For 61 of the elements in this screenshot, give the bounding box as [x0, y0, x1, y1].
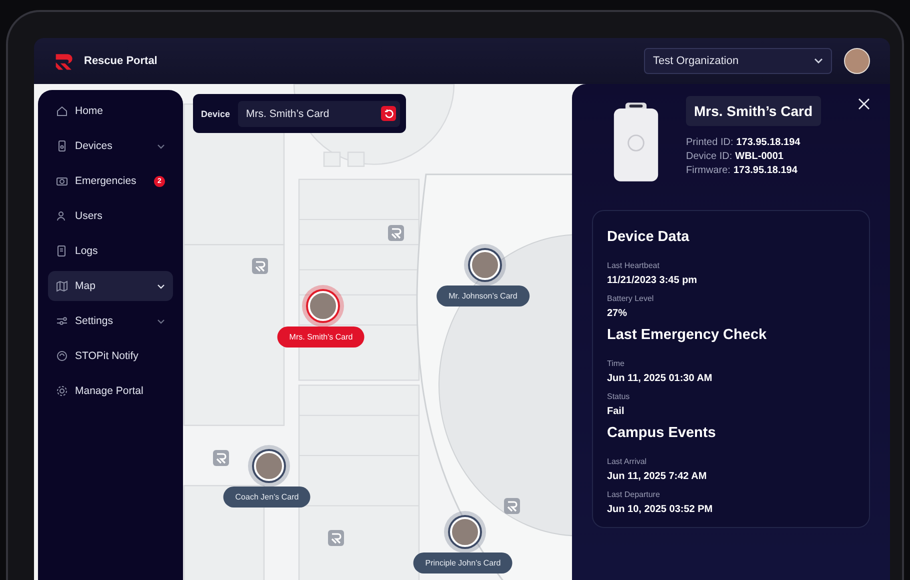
id-value: WBL-0001 — [735, 151, 784, 162]
camera-icon — [56, 175, 68, 187]
beacon-icon — [328, 530, 344, 546]
device-title: Mrs. Smith’s Card — [686, 96, 821, 126]
section-title: Last Emergency Check — [607, 327, 768, 343]
map-pin-label[interactable]: Mr. Johnson’s Card — [436, 286, 530, 306]
field-label: Time — [607, 359, 626, 368]
circle-icon — [56, 350, 68, 362]
person-avatar[interactable] — [308, 291, 338, 321]
field-label: Last Arrival — [607, 457, 648, 466]
sidebar-item[interactable]: Home — [48, 96, 173, 126]
map-pin-label[interactable]: Principle John’s Card — [413, 552, 513, 574]
person-avatar[interactable] — [450, 517, 480, 547]
filter-label: Device — [201, 108, 230, 118]
field-value: 11/21/2023 3:45 pm — [607, 275, 698, 286]
field-label: Status — [607, 392, 631, 401]
sidebar-item[interactable]: STOPit Notify — [48, 341, 173, 371]
undo-icon — [384, 108, 394, 118]
close-button[interactable] — [856, 96, 872, 112]
person-avatar[interactable] — [254, 451, 284, 481]
map-pin-label[interactable]: Mrs. Smith’s Card — [277, 326, 365, 348]
field-value: Fail — [607, 406, 626, 417]
sidebar-item[interactable]: Users — [48, 201, 173, 231]
field-value: Jun 11, 2025 01:30 AM — [607, 373, 714, 384]
beacon-icon — [504, 498, 520, 514]
home-icon — [56, 105, 68, 117]
sidebar-item[interactable]: Settings — [48, 306, 173, 336]
id-value: 173.95.18.194 — [736, 137, 800, 148]
phone-icon — [56, 140, 68, 152]
chevron-down-icon — [814, 58, 823, 64]
sidebar-item[interactable]: Devices — [48, 131, 173, 161]
field-label: Battery Level — [607, 294, 655, 303]
sidebar-item[interactable]: Map — [48, 271, 173, 301]
field-label: Last Departure — [607, 490, 661, 499]
document-icon — [56, 245, 68, 257]
sliders-icon — [56, 315, 68, 327]
sidebar-item[interactable]: Manage Portal — [48, 376, 173, 406]
beacon-icon — [252, 258, 268, 274]
field-value: Jun 11, 2025 7:42 AM — [607, 471, 708, 482]
id-label: Firmware: — [686, 165, 730, 176]
beacon-icon — [388, 225, 404, 241]
device-select-field[interactable]: Mrs. Smith’s Card — [238, 100, 400, 126]
sidebar-item[interactable]: Logs — [48, 236, 173, 266]
field-label: Last Heartbeat — [607, 261, 660, 270]
beacon-icon — [213, 450, 229, 466]
id-value: 173.95.18.194 — [733, 165, 798, 176]
section-title: Campus Events — [607, 425, 717, 441]
user-avatar[interactable] — [844, 48, 870, 74]
reset-button[interactable] — [381, 106, 396, 121]
organization-select[interactable]: Test Organization — [644, 48, 832, 74]
person-avatar[interactable] — [470, 250, 500, 280]
field-value: 27% — [607, 308, 628, 319]
map-icon — [56, 280, 68, 292]
field-value: Jun 10, 2025 03:52 PM — [607, 504, 714, 515]
app-name: Rescue Portal — [84, 55, 158, 67]
gear-icon — [56, 385, 68, 397]
user-icon — [56, 210, 68, 222]
map-pin-label[interactable]: Coach Jen’s Card — [223, 486, 311, 508]
section-title: Device Data — [607, 229, 690, 245]
id-label: Printed ID: — [686, 137, 734, 148]
id-label: Device ID: — [686, 151, 732, 162]
